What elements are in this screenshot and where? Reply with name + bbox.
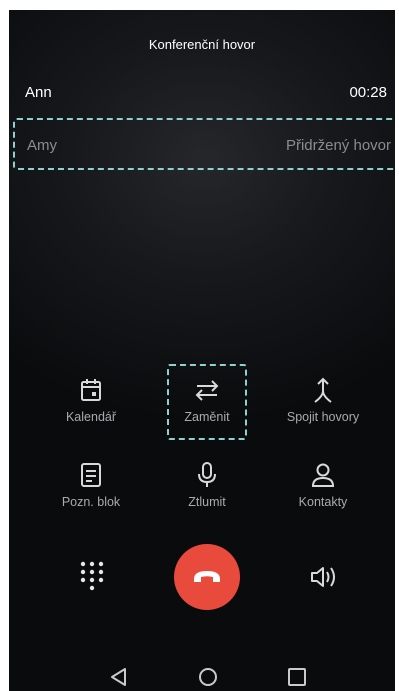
calendar-icon (81, 379, 101, 401)
end-call-icon (194, 571, 220, 582)
swap-button[interactable]: Zaměnit (147, 376, 267, 424)
mute-label: Ztlumit (188, 495, 226, 509)
contacts-label: Kontakty (298, 495, 348, 509)
mute-button[interactable]: Ztlumit (147, 461, 267, 509)
microphone-icon (198, 462, 216, 487)
back-icon[interactable] (108, 666, 130, 688)
merge-calls-icon (314, 377, 332, 403)
call-timer: 00:28 (349, 84, 387, 101)
held-caller-name: Amy (27, 137, 57, 154)
calendar-label: Kalendář (65, 410, 117, 424)
merge-calls-label: Spojit hovory (286, 410, 360, 424)
notepad-button[interactable]: Pozn. blok (31, 461, 151, 509)
held-call-row[interactable]: Amy Přidržený hovor (13, 118, 395, 170)
held-call-status: Přidržený hovor (285, 137, 391, 154)
swap-icon (195, 380, 219, 401)
speaker-icon[interactable] (309, 563, 339, 591)
active-caller-name: Ann (25, 84, 52, 101)
end-call-button[interactable] (174, 544, 240, 610)
merge-calls-button[interactable]: Spojit hovory (263, 376, 383, 424)
call-screen: Konferenční hovor Ann 00:28 Amy Přidržen… (9, 10, 395, 691)
calendar-button[interactable]: Kalendář (31, 376, 151, 424)
swap-label: Zaměnit (184, 410, 230, 424)
dialpad-icon[interactable] (79, 560, 105, 592)
home-icon[interactable] (197, 666, 219, 688)
notepad-label: Pozn. blok (61, 495, 121, 509)
contacts-button[interactable]: Kontakty (263, 461, 383, 509)
notepad-icon (81, 463, 101, 487)
contacts-icon (311, 463, 335, 487)
recents-icon[interactable] (286, 666, 308, 688)
call-title: Konferenční hovor (148, 37, 256, 52)
